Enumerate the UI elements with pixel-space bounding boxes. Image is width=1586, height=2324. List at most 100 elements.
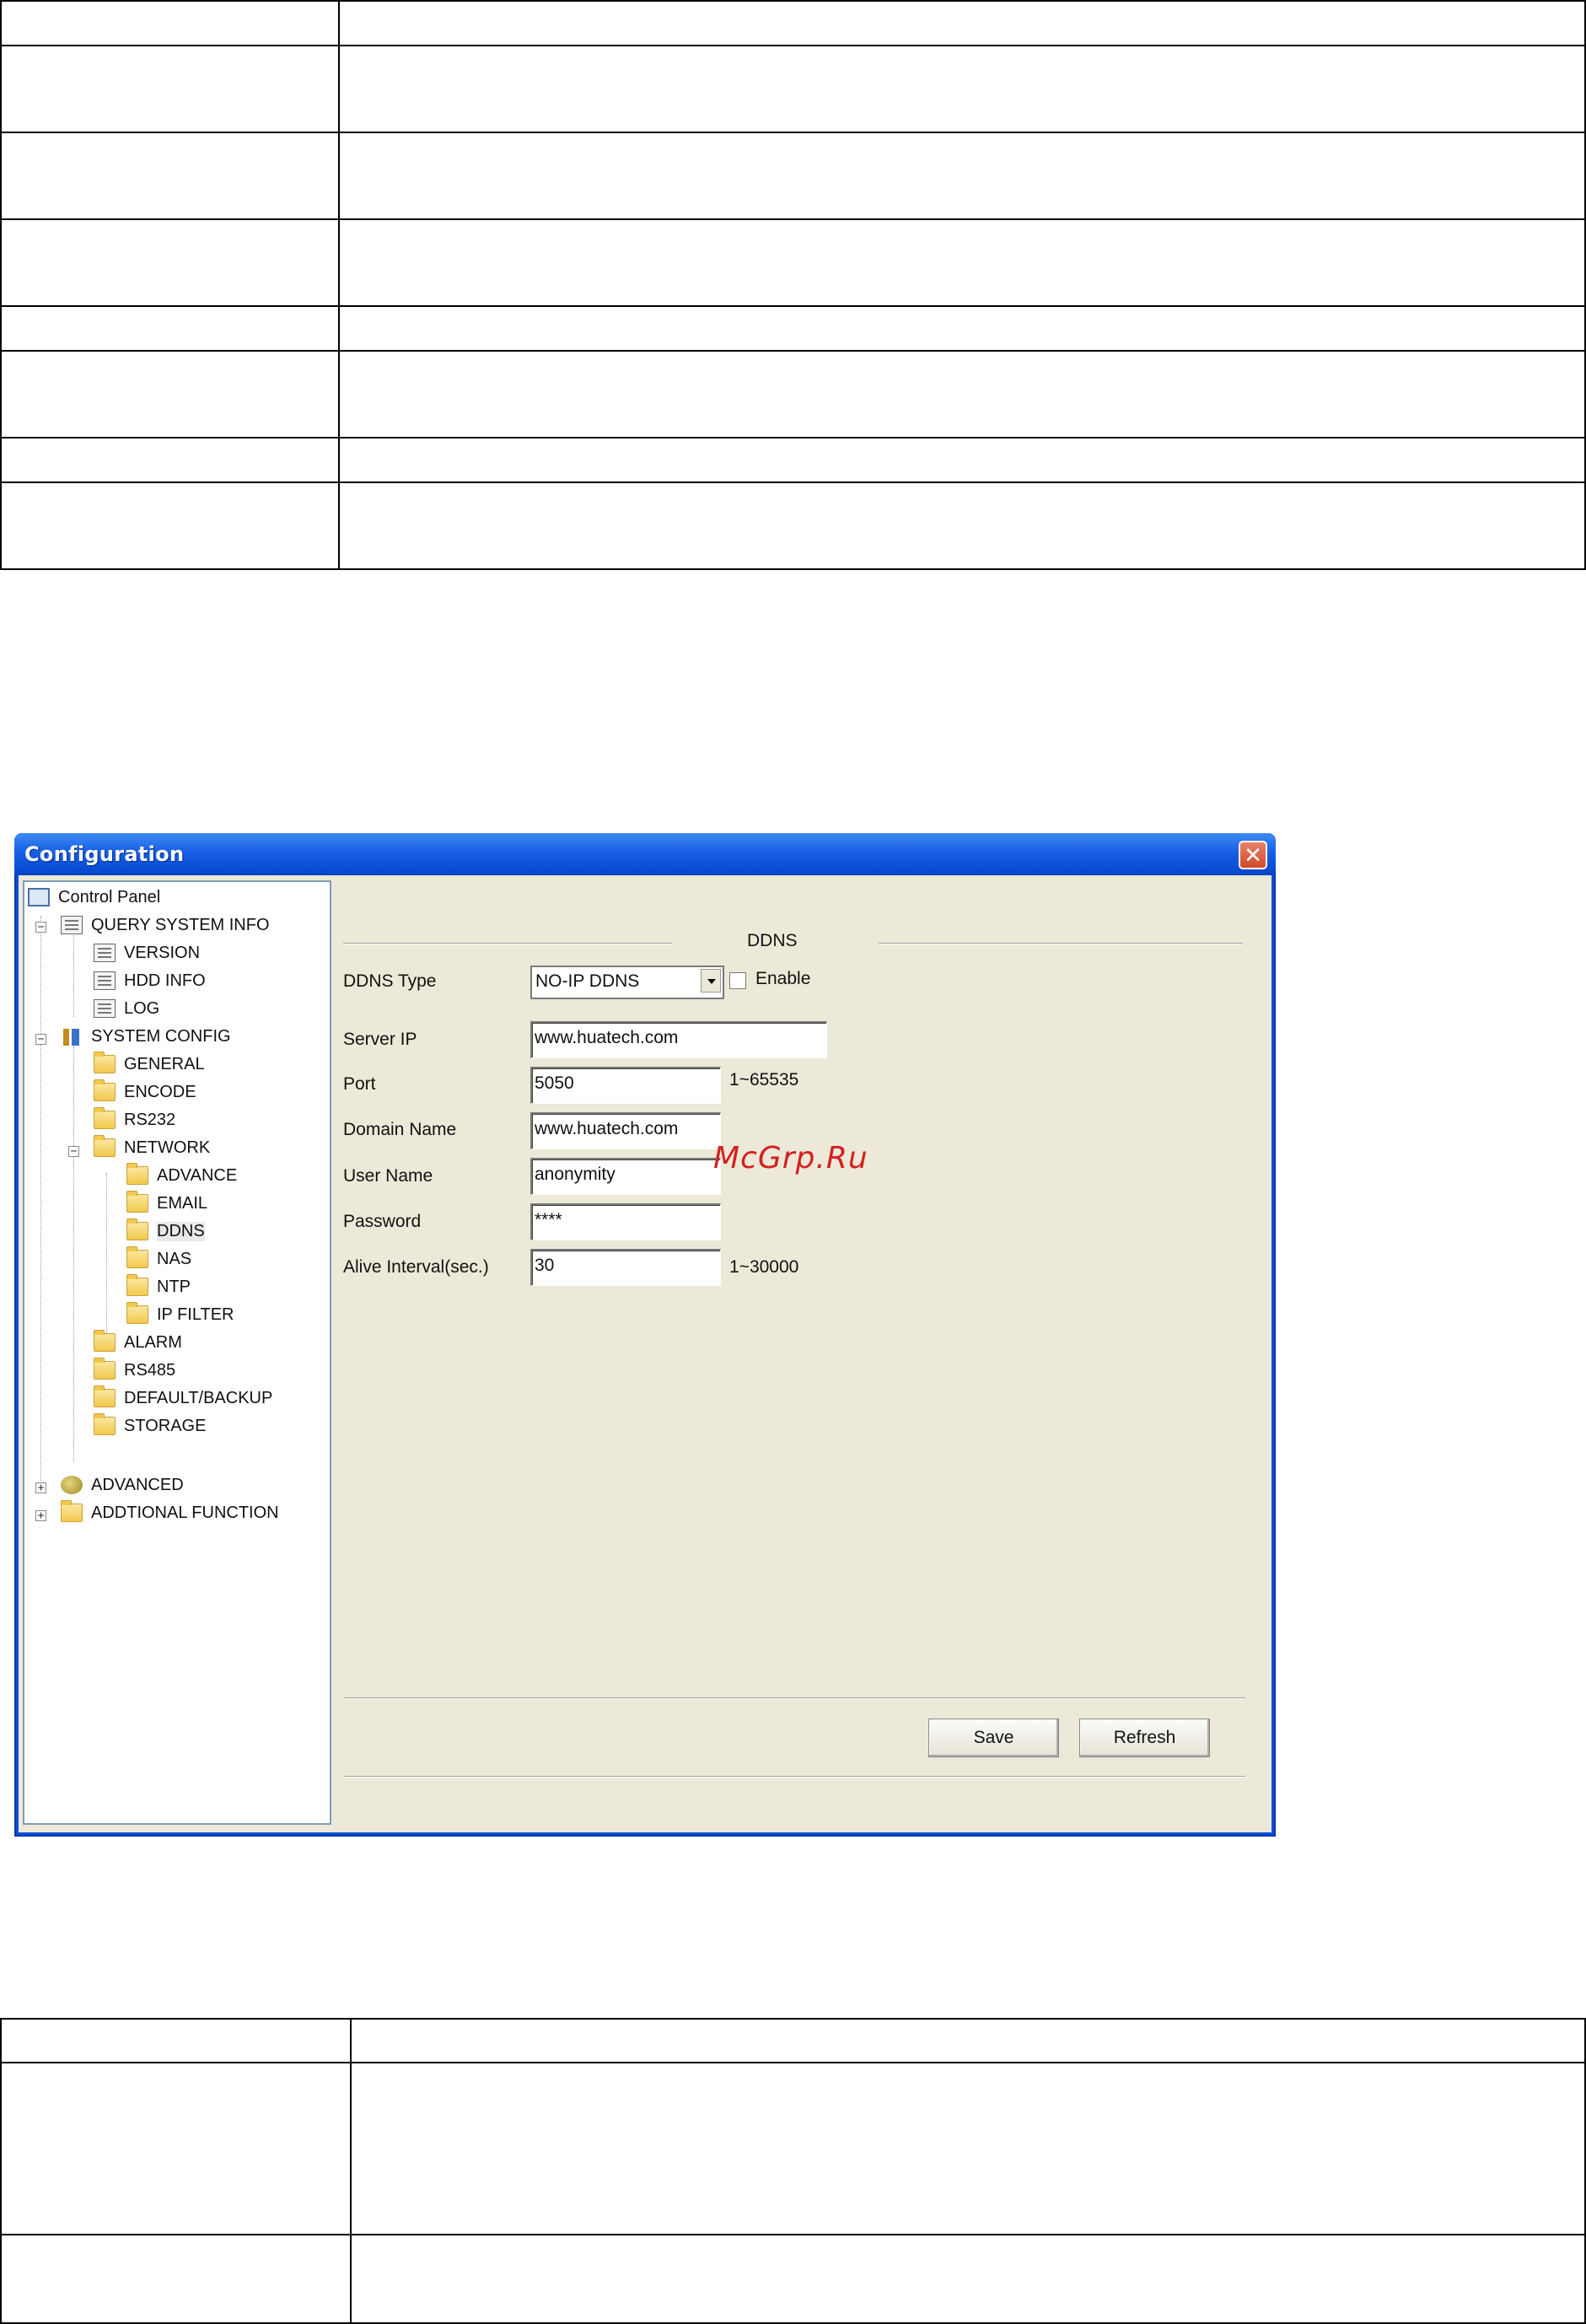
alive-interval-field[interactable]: 30 <box>530 1249 721 1286</box>
port-field[interactable]: 5050 <box>530 1067 721 1104</box>
port-range-hint: 1~65535 <box>729 1070 799 1089</box>
tree-item-label: EMAIL <box>157 1193 208 1213</box>
domain-name-field[interactable]: www.huatech.com <box>530 1112 721 1149</box>
tree-item-hdd-info[interactable]: HDD INFO <box>94 968 206 993</box>
table-cell <box>350 2018 1586 2063</box>
port-label: Port <box>343 1074 376 1094</box>
table-cell <box>338 132 1586 220</box>
tree-item-default-backup[interactable]: DEFAULT/BACKUP <box>94 1385 272 1411</box>
tree-expander-query[interactable]: − <box>35 922 46 933</box>
top-document-table <box>0 0 1586 570</box>
user-name-label: User Name <box>343 1166 433 1186</box>
computer-icon <box>28 888 50 906</box>
password-field[interactable]: **** <box>530 1203 721 1240</box>
configuration-window: Configuration ✕ − − − + + Control Panel … <box>14 833 1276 1837</box>
open-folder-icon <box>126 1218 148 1240</box>
watermark: McGrp.Ru <box>713 1141 868 1175</box>
document-edit-icon <box>94 971 116 990</box>
table-cell <box>0 132 340 220</box>
tree-item-nas[interactable]: NAS <box>126 1246 191 1272</box>
table-cell <box>338 350 1586 438</box>
alive-interval-range-hint: 1~30000 <box>729 1257 799 1277</box>
folder-icon <box>94 1358 116 1380</box>
tree-item-label: Control Panel <box>58 887 161 906</box>
tree-item-log[interactable]: LOG <box>94 996 159 1021</box>
tree-item-ntp[interactable]: NTP <box>126 1274 191 1299</box>
button-bar-divider-bottom <box>343 1776 1245 1778</box>
table-cell <box>338 0 1586 46</box>
tree-connector <box>73 933 74 1017</box>
tree-item-rs232[interactable]: RS232 <box>94 1107 175 1132</box>
tree-expander-system-config[interactable]: − <box>35 1034 46 1045</box>
refresh-button[interactable]: Refresh <box>1079 1719 1210 1757</box>
tree-expander-network[interactable]: − <box>68 1146 79 1157</box>
close-button[interactable]: ✕ <box>1239 841 1267 869</box>
tree-item-label: IP FILTER <box>157 1305 234 1324</box>
folder-icon <box>94 1079 116 1101</box>
table-cell <box>0 481 340 570</box>
tree-item-label: STORAGE <box>124 1416 207 1435</box>
tree-item-ip-filter[interactable]: IP FILTER <box>126 1302 234 1327</box>
tree-item-advanced[interactable]: ADVANCED <box>61 1472 184 1498</box>
folder-icon <box>94 1107 116 1129</box>
save-button[interactable]: Save <box>928 1719 1059 1757</box>
tree-item-label: LOG <box>124 998 160 1018</box>
tree-item-label: DDNS <box>157 1221 205 1241</box>
tree-item-system-config[interactable]: SYSTEM CONFIG <box>61 1024 231 1049</box>
tree-item-version[interactable]: VERSION <box>94 940 200 966</box>
folder-icon <box>61 1500 83 1522</box>
title-bar[interactable]: Configuration ✕ <box>14 833 1276 875</box>
tree-item-additional-function[interactable]: ADDTIONAL FUNCTION <box>61 1500 279 1525</box>
tree-item-ddns[interactable]: DDNS <box>126 1218 205 1244</box>
table-cell <box>338 218 1586 307</box>
tree-item-label: HDD INFO <box>124 971 206 990</box>
window-title: Configuration <box>24 842 185 866</box>
group-divider-right <box>879 943 1243 944</box>
tree-item-query-system-info[interactable]: QUERY SYSTEM INFO <box>61 912 270 938</box>
tree-item-encode[interactable]: ENCODE <box>94 1079 196 1105</box>
enable-label: Enable <box>755 969 811 988</box>
server-ip-field[interactable]: www.huatech.com <box>530 1021 827 1058</box>
tree-item-email[interactable]: EMAIL <box>126 1191 207 1216</box>
folder-icon <box>126 1302 148 1324</box>
tree-expander-additional[interactable]: + <box>35 1510 46 1521</box>
ddns-type-value: NO-IP DDNS <box>535 971 640 991</box>
tree-item-network[interactable]: NETWORK <box>94 1135 210 1160</box>
user-name-field[interactable]: anonymity <box>530 1158 721 1195</box>
config-tree[interactable]: − − − + + Control Panel QUERY SYSTEM INF… <box>23 880 331 1825</box>
tree-item-label: ADDTIONAL FUNCTION <box>91 1503 279 1522</box>
button-bar-divider-top <box>343 1697 1245 1699</box>
table-cell <box>338 437 1586 483</box>
tree-connector <box>106 1173 107 1340</box>
tree-item-advance[interactable]: ADVANCE <box>126 1163 237 1188</box>
tree-expander-advanced[interactable]: + <box>35 1482 46 1493</box>
folder-icon <box>94 1052 116 1073</box>
folder-icon <box>94 1385 116 1407</box>
table-cell <box>350 2062 1586 2235</box>
table-cell <box>0 218 340 307</box>
tree-item-alarm[interactable]: ALARM <box>94 1330 182 1355</box>
enable-checkbox[interactable] <box>729 972 746 989</box>
advanced-settings-icon <box>61 1476 83 1494</box>
table-cell <box>0 45 340 133</box>
table-cell <box>350 2234 1586 2324</box>
tree-item-control-panel[interactable]: Control Panel <box>28 885 160 910</box>
tree-item-rs485[interactable]: RS485 <box>94 1358 175 1383</box>
password-label: Password <box>343 1212 422 1231</box>
folder-icon <box>94 1135 116 1157</box>
folder-icon <box>126 1246 148 1268</box>
tree-item-general[interactable]: GENERAL <box>94 1052 205 1077</box>
document-edit-icon <box>61 916 83 934</box>
table-cell <box>0 2062 352 2235</box>
window-client-area: − − − + + Control Panel QUERY SYSTEM INF… <box>19 875 1271 1832</box>
tools-icon <box>61 1027 83 1046</box>
tree-item-label: ADVANCED <box>91 1475 184 1494</box>
ddns-type-select[interactable]: NO-IP DDNS <box>530 966 724 999</box>
chevron-down-icon[interactable] <box>701 969 721 993</box>
table-cell <box>0 0 340 46</box>
table-cell <box>0 2018 352 2063</box>
tree-item-storage[interactable]: STORAGE <box>94 1413 206 1439</box>
table-cell <box>338 305 1586 352</box>
table-cell <box>0 305 340 352</box>
tree-item-label: RS232 <box>124 1110 176 1129</box>
